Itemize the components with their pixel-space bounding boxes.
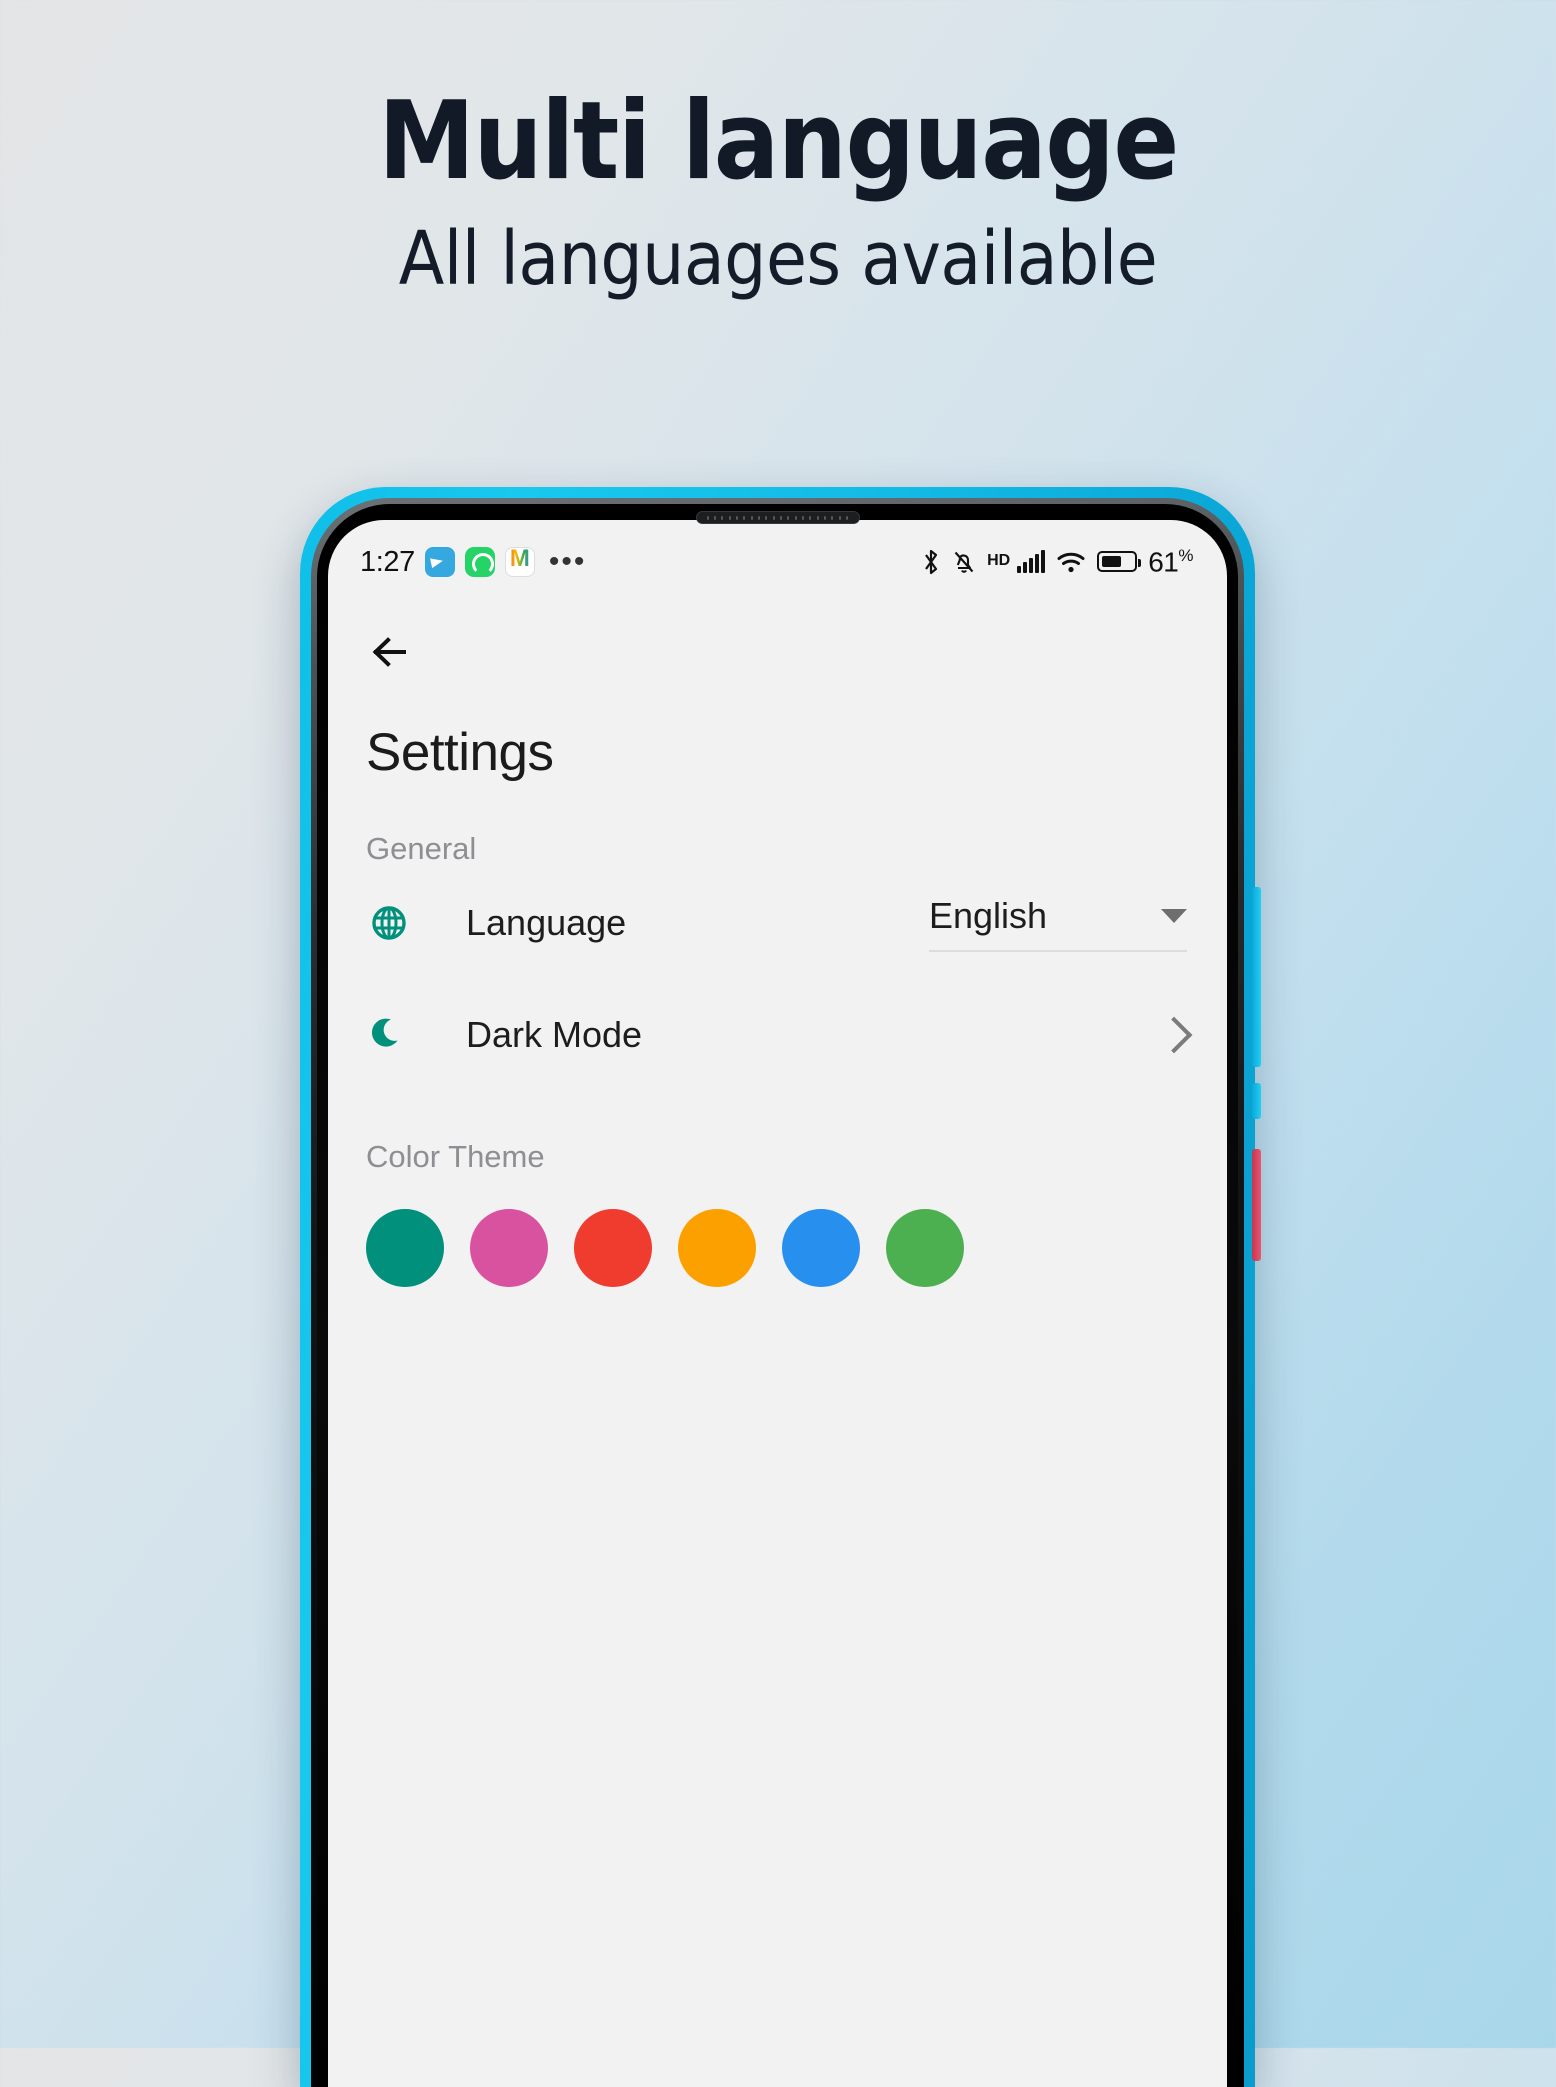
- promo-title: Multi language: [378, 79, 1179, 204]
- gmail-icon: [504, 545, 535, 577]
- section-label-color-theme: Color Theme: [366, 1139, 545, 1174]
- status-bar-left: 1:27 •••: [360, 545, 586, 579]
- globe-icon: [366, 901, 412, 945]
- color-swatch-blue[interactable]: [782, 1209, 860, 1287]
- cellular-signal-icon: [1017, 549, 1046, 573]
- settings-row-language[interactable]: Language English: [328, 867, 1227, 979]
- settings-row-dark-mode[interactable]: Dark Mode: [328, 979, 1227, 1091]
- color-swatch-orange[interactable]: [678, 1209, 756, 1287]
- power-button[interactable]: [1252, 1149, 1261, 1261]
- volume-down-button[interactable]: [1252, 1083, 1261, 1119]
- wifi-icon: [1056, 549, 1086, 575]
- clock: 1:27: [360, 545, 415, 578]
- color-swatch-teal[interactable]: [366, 1209, 444, 1287]
- phone-screen: 1:27 ••• HD: [328, 520, 1227, 2087]
- battery-icon: [1097, 551, 1142, 573]
- notification-overflow-icon: •••: [548, 545, 587, 578]
- promo-header: Multi language All languages available: [0, 0, 1556, 302]
- chevron-right-icon: [1155, 1016, 1193, 1054]
- battery-percent: 61%: [1148, 546, 1193, 578]
- chevron-down-icon: [1161, 908, 1187, 923]
- status-bar-right: HD 61%: [921, 546, 1193, 578]
- bell-muted-icon: [952, 549, 976, 575]
- app-bar: [328, 604, 1227, 678]
- section-label-general: General: [366, 831, 477, 866]
- whatsapp-icon: [464, 547, 495, 577]
- page-title: Settings: [366, 723, 554, 782]
- promo-subtitle: All languages available: [398, 216, 1158, 302]
- settings-row-label: Language: [466, 902, 627, 943]
- earpiece-speaker: [695, 511, 860, 524]
- color-swatch-pink[interactable]: [470, 1209, 548, 1287]
- color-theme-swatches: [328, 1175, 1227, 1287]
- language-dropdown-value: English: [929, 894, 1048, 936]
- back-arrow-icon[interactable]: [364, 626, 416, 678]
- moon-icon: [366, 1013, 412, 1057]
- phone-mockup: 1:27 ••• HD: [300, 487, 1261, 2087]
- volume-up-button[interactable]: [1252, 887, 1261, 1067]
- status-bar: 1:27 ••• HD: [328, 520, 1227, 604]
- language-dropdown[interactable]: English: [929, 895, 1187, 952]
- hd-label: HD: [987, 551, 1011, 569]
- settings-row-label: Dark Mode: [466, 1014, 643, 1055]
- battery-percent-value: 61: [1148, 546, 1179, 578]
- bluetooth-icon: [921, 548, 941, 576]
- color-swatch-red[interactable]: [574, 1209, 652, 1287]
- color-swatch-green[interactable]: [886, 1209, 964, 1287]
- telegram-icon: [424, 547, 455, 577]
- battery-percent-unit: %: [1178, 545, 1193, 565]
